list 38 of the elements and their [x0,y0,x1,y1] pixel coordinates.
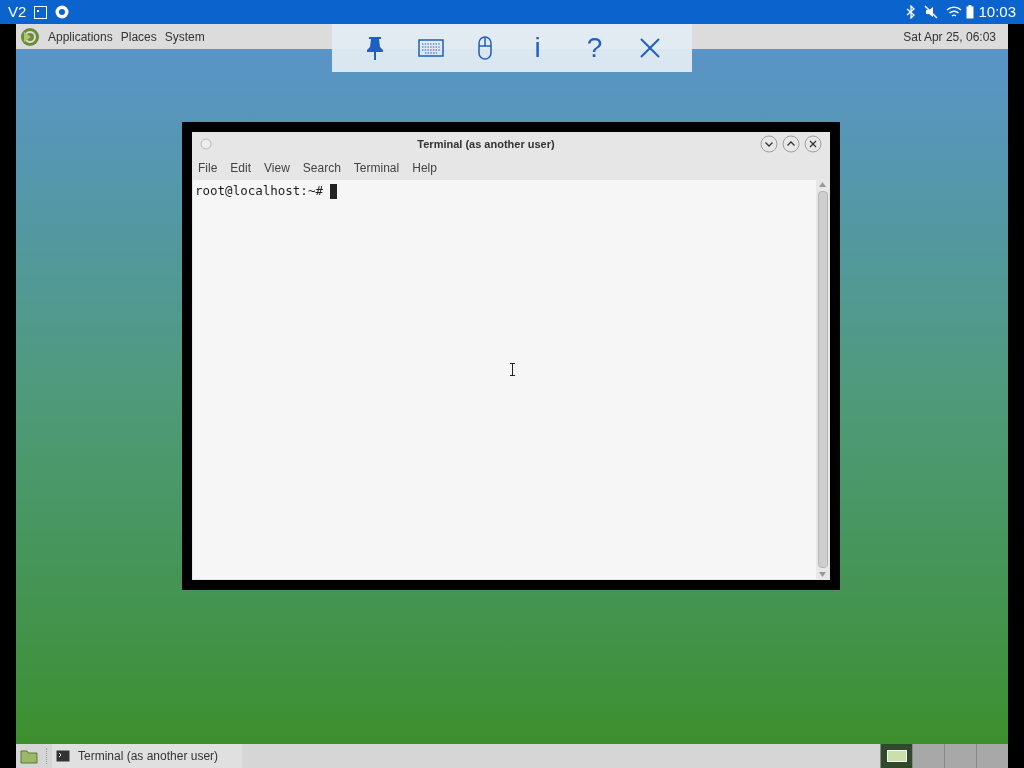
menu-item[interactable]: Search [300,159,343,177]
screen-icon [34,5,48,19]
close-button[interactable] [804,135,822,153]
workspace-button[interactable] [880,744,912,768]
ibeam-cursor-icon [509,363,516,376]
show-desktop-icon[interactable] [20,748,38,764]
keyboard-icon[interactable] [417,39,444,57]
status-time: 10:03 [978,1,1016,22]
help-button[interactable]: ? [582,34,607,62]
taskbar-item[interactable]: Terminal (as another user) [52,744,242,768]
bluetooth-icon [906,5,917,19]
menu-item[interactable]: Help [410,159,439,177]
scroll-up-icon[interactable] [819,182,826,187]
mute-icon [924,5,939,19]
scroll-down-icon[interactable] [819,572,826,577]
text-cursor [329,183,337,199]
info-button[interactable]: i [525,34,550,62]
pin-icon[interactable] [364,35,385,61]
battery-icon [966,5,975,19]
scrollbar[interactable] [816,180,829,579]
panel-menu[interactable]: Places [120,27,157,46]
panel-menu[interactable]: Applications [48,27,113,46]
menu-item[interactable]: Edit [228,159,254,177]
menu-item[interactable]: View [262,159,292,177]
panel-clock: Sat Apr 25, 06:03 [903,28,996,46]
window-menu-icon[interactable] [200,138,212,150]
window-title: Terminal (as another user) [416,136,556,152]
terminal-icon [56,750,70,762]
logo-icon[interactable] [20,26,40,47]
menu-item[interactable]: File [196,159,220,177]
terminal-prompt: root@localhost:~# [195,182,323,200]
status-text: V2 [8,1,27,22]
close-icon[interactable] [639,38,660,58]
minimize-button[interactable] [760,135,778,153]
wifi-icon [946,5,963,19]
mouse-icon[interactable] [476,36,493,60]
panel-menu[interactable]: System [164,27,205,46]
menu-item[interactable]: Terminal [351,159,402,177]
